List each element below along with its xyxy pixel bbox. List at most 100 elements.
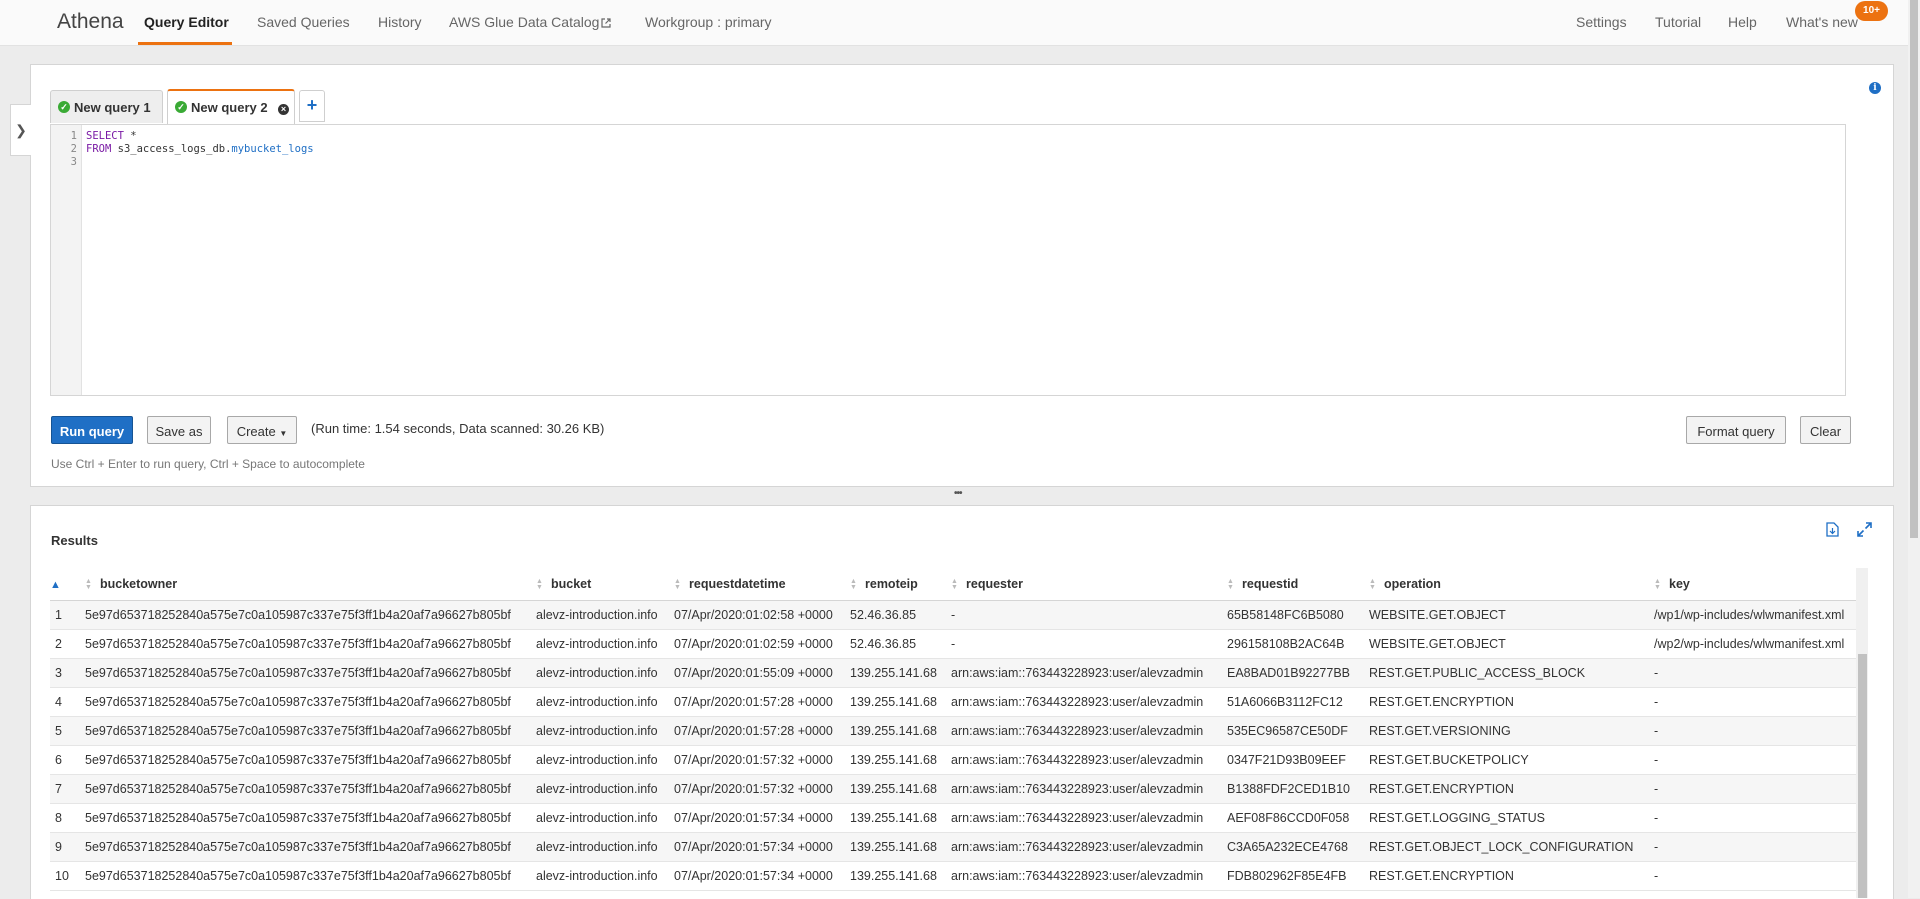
nav-history[interactable]: History [378,14,422,30]
sort-icon: ▲ ▼ [1227,577,1234,591]
table-row[interactable]: 8 5e97d653718252840a575e7c0a105987c337e75… [50,803,1856,833]
table-cell: alevz-introduction.info [536,861,674,891]
expand-sidebar-button[interactable]: ❯ [10,104,31,156]
tab-label: New query 2 [191,100,268,115]
brand-logo[interactable]: Athena [57,10,124,34]
create-dropdown[interactable]: Create ▼ [227,416,297,444]
table-cell: 5e97d653718252840a575e7c0a105987c337e75f… [85,861,536,891]
nav-settings[interactable]: Settings [1576,14,1627,30]
keyboard-hint: Use Ctrl + Enter to run query, Ctrl + Sp… [51,457,365,471]
nav-whats-new[interactable]: What's new [1786,14,1858,30]
table-cell: 52.46.36.85 [850,600,951,630]
table-cell: 139.255.141.68 [850,832,951,862]
nav-saved-queries[interactable]: Saved Queries [257,14,350,30]
table-cell: arn:aws:iam::763443228923:user/alevzadmi… [951,774,1227,804]
clear-button[interactable]: Clear [1800,416,1851,444]
table-cell: /wp1/wp-includes/wlwmanifest.xml [1654,600,1856,630]
table-row[interactable]: 2 5e97d653718252840a575e7c0a105987c337e75… [50,629,1856,659]
sql-editor[interactable]: 1 2 3 SELECT * FROM s3_access_logs_db.my… [50,124,1846,396]
column-header-requester[interactable]: ▲ ▼ requester [951,568,1227,601]
table-cell: alevz-introduction.info [536,687,674,717]
check-circle-icon: ✓ [175,101,187,113]
table-cell: /wp2/wp-includes/wlwmanifest.xml [1654,629,1856,659]
results-scrollbar-thumb[interactable] [1858,654,1867,898]
table-row[interactable]: 6 5e97d653718252840a575e7c0a105987c337e75… [50,745,1856,775]
results-title: Results [51,533,98,548]
table-row[interactable]: 4 5e97d653718252840a575e7c0a105987c337e75… [50,687,1856,717]
table-cell: alevz-introduction.info [536,745,674,775]
table-cell: 07/Apr/2020:01:02:58 +0000 [674,600,850,630]
column-header-bucket[interactable]: ▲ ▼ bucket [536,568,674,601]
row-number: 3 [50,658,85,688]
row-number: 7 [50,774,85,804]
table-row[interactable]: 9 5e97d653718252840a575e7c0a105987c337e75… [50,832,1856,862]
table-row[interactable]: 10 5e97d653718252840a575e7c0a105987c337e7… [50,861,1856,891]
nav-glue-catalog[interactable]: AWS Glue Data Catalog [449,14,612,30]
table-cell: REST.GET.ENCRYPTION [1369,774,1654,804]
table-cell: REST.GET.ENCRYPTION [1369,687,1654,717]
table-cell: 07/Apr/2020:01:57:34 +0000 [674,861,850,891]
line-number-gutter: 1 2 3 [51,125,82,395]
tab-new-query-2[interactable]: ✓ New query 2 × [167,89,295,124]
table-header-row: ▲ ▲ ▼ bucketowner ▲ ▼ bucket ▲ ▼ requestdateti… [50,568,1856,601]
page-scrollbar-thumb[interactable] [1910,0,1918,538]
sql-keyword: SELECT [86,130,124,142]
nav-tutorial[interactable]: Tutorial [1655,14,1701,30]
table-cell: alevz-introduction.info [536,629,674,659]
table-row[interactable]: 3 5e97d653718252840a575e7c0a105987c337e75… [50,658,1856,688]
table-cell: 139.255.141.68 [850,716,951,746]
column-header-key[interactable]: ▲ ▼ key [1654,568,1856,601]
table-cell: 07/Apr/2020:01:57:28 +0000 [674,687,850,717]
table-cell: 51A6066B3112FC12 [1227,687,1369,717]
table-cell: - [1654,832,1856,862]
info-icon[interactable]: i [1869,82,1881,94]
column-header-operation[interactable]: ▲ ▼ operation [1369,568,1654,601]
table-cell: 0347F21D93B09EEF [1227,745,1369,775]
column-header-requestid[interactable]: ▲ ▼ requestid [1227,568,1369,601]
run-query-button[interactable]: Run query [51,416,133,444]
nav-help[interactable]: Help [1728,14,1757,30]
row-number: 8 [50,803,85,833]
nav-workgroup[interactable]: Workgroup : primary [645,14,772,30]
line-number: 1 [70,130,77,142]
sort-icon: ▲ ▼ [951,577,958,591]
table-cell: 5e97d653718252840a575e7c0a105987c337e75f… [85,716,536,746]
active-tab-underline [138,42,232,45]
results-body: 1 5e97d653718252840a575e7c0a105987c337e75… [50,600,1856,891]
close-tab-icon[interactable]: × [278,104,289,115]
table-row[interactable]: 5 5e97d653718252840a575e7c0a105987c337e75… [50,716,1856,746]
table-cell: arn:aws:iam::763443228923:user/alevzadmi… [951,832,1227,862]
table-cell: REST.GET.OBJECT_LOCK_CONFIGURATION [1369,832,1654,862]
row-index-header[interactable]: ▲ [50,568,85,601]
table-cell: 5e97d653718252840a575e7c0a105987c337e75f… [85,629,536,659]
table-cell: WEBSITE.GET.OBJECT [1369,629,1654,659]
table-cell: 5e97d653718252840a575e7c0a105987c337e75f… [85,803,536,833]
external-link-icon [601,18,612,28]
panel-resize-handle[interactable]: ••• [954,488,962,499]
tab-new-query-1[interactable]: ✓ New query 1 [50,90,163,123]
table-cell: 139.255.141.68 [850,774,951,804]
save-as-button[interactable]: Save as [147,416,211,444]
table-row[interactable]: 1 5e97d653718252840a575e7c0a105987c337e75… [50,600,1856,630]
table-cell: alevz-introduction.info [536,716,674,746]
top-nav: Athena Query Editor Saved Queries Histor… [0,0,1908,46]
table-cell: - [1654,803,1856,833]
table-cell: 139.255.141.68 [850,658,951,688]
column-header-requestdatetime[interactable]: ▲ ▼ requestdatetime [674,568,850,601]
table-cell: 5e97d653718252840a575e7c0a105987c337e75f… [85,658,536,688]
table-row[interactable]: 7 5e97d653718252840a575e7c0a105987c337e75… [50,774,1856,804]
table-cell: 65B58148FC6B5080 [1227,600,1369,630]
add-query-tab-button[interactable]: + [299,90,325,122]
table-cell: 07/Apr/2020:01:57:34 +0000 [674,803,850,833]
expand-icon[interactable] [1857,522,1872,541]
column-header-bucketowner[interactable]: ▲ ▼ bucketowner [85,568,536,601]
format-query-button[interactable]: Format query [1686,416,1786,444]
table-cell: REST.GET.VERSIONING [1369,716,1654,746]
nav-query-editor[interactable]: Query Editor [144,14,229,30]
table-cell: REST.GET.LOGGING_STATUS [1369,803,1654,833]
table-cell: 5e97d653718252840a575e7c0a105987c337e75f… [85,832,536,862]
column-header-remoteip[interactable]: ▲ ▼ remoteip [850,568,951,601]
column-header-label: key [1669,577,1690,591]
column-header-label: bucket [551,577,592,591]
download-csv-icon[interactable] [1826,522,1839,541]
